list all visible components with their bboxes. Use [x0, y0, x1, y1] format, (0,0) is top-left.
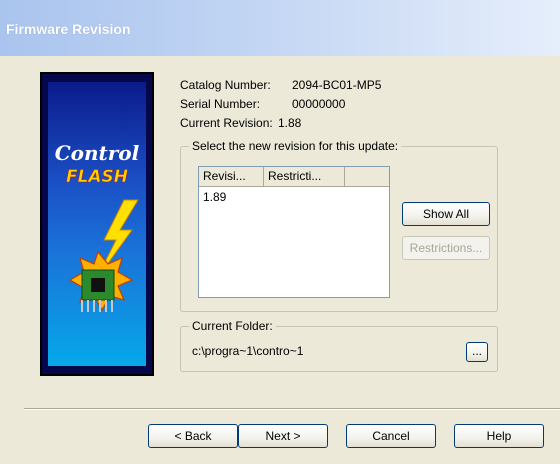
catalog-number-label: Catalog Number:: [180, 78, 271, 92]
current-folder-path: c:\progra~1\contro~1: [192, 344, 304, 358]
chip-icon: [68, 250, 134, 312]
current-revision-value: 1.88: [278, 116, 302, 130]
current-revision-label: Current Revision:: [180, 116, 273, 130]
folder-group-legend: Current Folder:: [189, 319, 276, 333]
serial-number-value: 00000000: [292, 97, 346, 111]
controlflash-logo: Control FLASH: [40, 72, 154, 376]
footer-separator: [24, 408, 560, 410]
cancel-button[interactable]: Cancel: [346, 424, 436, 448]
logo-text-control: Control: [55, 141, 140, 165]
list-item[interactable]: 1.89: [199, 189, 389, 205]
logo-artwork: Control FLASH: [55, 141, 140, 312]
next-button[interactable]: Next >: [238, 424, 328, 448]
catalog-number-value: 2094-BC01-MP5: [292, 78, 382, 92]
help-button[interactable]: Help: [454, 424, 544, 448]
browse-folder-button[interactable]: ...: [466, 342, 488, 362]
list-item-revision: 1.89: [203, 190, 227, 204]
back-button[interactable]: < Back: [148, 424, 238, 448]
window-title: Firmware Revision: [6, 21, 131, 37]
restrictions-button[interactable]: Restrictions...: [402, 236, 490, 260]
logo-text-flash: FLASH: [66, 167, 128, 187]
revision-group-legend: Select the new revision for this update:: [189, 139, 402, 153]
title-bar: Firmware Revision: [0, 0, 560, 56]
revision-list-header: Revisi... Restricti...: [199, 167, 389, 187]
column-header-filler: [345, 167, 389, 187]
column-header-revision[interactable]: Revisi...: [199, 167, 264, 187]
revision-list[interactable]: Revisi... Restricti... 1.89: [198, 166, 390, 298]
serial-number-label: Serial Number:: [180, 97, 261, 111]
column-header-restriction[interactable]: Restricti...: [264, 167, 345, 187]
show-all-button[interactable]: Show All: [402, 202, 490, 226]
